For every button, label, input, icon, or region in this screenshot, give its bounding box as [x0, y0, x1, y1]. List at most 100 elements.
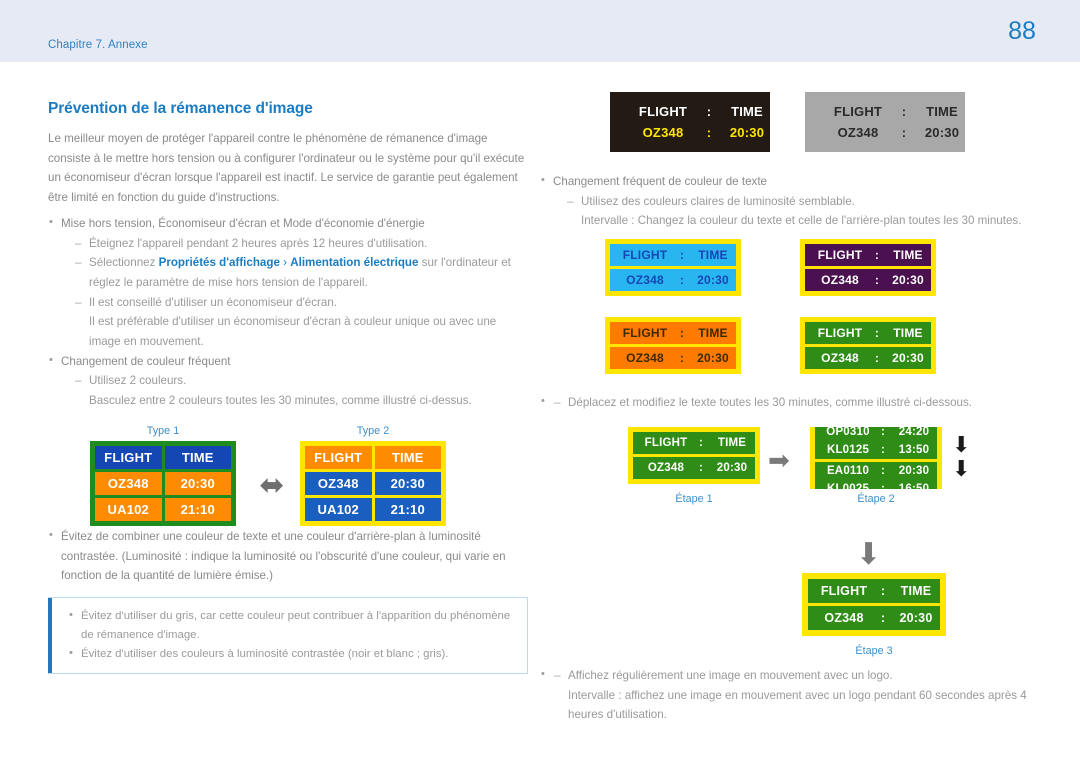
bullet-avoid-contrast: Évitez de combiner une couleur de texte … — [61, 529, 506, 583]
value-time: 20:30 — [899, 610, 933, 625]
colon-separator: : — [679, 326, 685, 341]
matrix-panel-orange: FLIGHT : TIME OZ348 : 20:30 — [605, 317, 741, 375]
left-column: Prévention de la rémanence d'image Le me… — [48, 100, 528, 674]
steps-figure: FLIGHT : TIME OZ348 : 20:30 Étape 1 ➡ OP… — [540, 419, 1040, 539]
panel-gray-sample: FLIGHT : TIME OZ348 : 20:30 — [805, 92, 965, 152]
breadcrumb-chapter: Chapitre 7. Annexe — [48, 39, 148, 51]
value-time: 20:30 — [697, 273, 729, 288]
label-time: TIME — [731, 104, 763, 119]
step1-caption: Étape 1 — [675, 492, 713, 505]
list-item: Évitez d'utiliser des couleurs à luminos… — [68, 644, 515, 664]
panel-data-row: KL0125 : 13:50 — [815, 440, 937, 459]
left-right-arrow-icon: ⬌ — [259, 468, 285, 502]
sub-turn-off: Éteignez l'appareil pendant 2 heures apr… — [89, 236, 428, 250]
top-panels-figure: FLIGHT : TIME OZ348 : 20:30 FLIGHT : TIM… — [540, 92, 1040, 170]
panel-header-row: FLIGHT : TIME — [813, 101, 958, 122]
sub-moving-image-logo-note: Intervalle : affichez une image en mouve… — [568, 688, 1027, 722]
type1-caption: Type 1 — [146, 424, 180, 437]
cell-flight-2: UA102 — [95, 497, 162, 521]
link-power-supply[interactable]: Alimentation électrique — [290, 256, 418, 269]
cell-time-1: 20:30 — [374, 471, 441, 495]
value-flight: OZ348 — [626, 351, 664, 366]
panel-data-row: KL0025 : 16:50 — [815, 479, 937, 489]
cell-header-time: TIME — [164, 445, 231, 469]
label-time: TIME — [698, 248, 728, 263]
value-flight: KL0125 — [826, 443, 870, 456]
label-time: TIME — [893, 248, 923, 263]
value-flight: OP0310 — [826, 426, 870, 438]
intro-paragraph: Le meilleur moyen de protéger l'appareil… — [48, 132, 525, 205]
sub-two-colors: Utilisez 2 couleurs. — [89, 374, 187, 388]
sub-moving-image-logo: Affichez régulièrement une image en mouv… — [568, 668, 893, 682]
list-item: Mise hors tension, Économiseur d'écran e… — [48, 213, 528, 352]
sub-select-pre: Sélectionnez — [89, 256, 159, 270]
board-type2: Type 2 FLIGHT TIME OZ348 20:30 UA102 21:… — [300, 425, 446, 526]
cell-header-flight: FLIGHT — [95, 445, 162, 469]
left-sub-list-2: Utilisez 2 couleurs. Basculez entre 2 co… — [61, 371, 528, 410]
sub-use-light-colors-note: Intervalle : Changez la couleur du texte… — [581, 214, 1022, 228]
colon-separator: : — [679, 273, 685, 288]
step1-board: FLIGHT : TIME OZ348 : 20:30 — [628, 426, 760, 484]
arrow-down-icon: ⬇ — [952, 431, 971, 457]
colon-separator: : — [901, 125, 907, 140]
page-title: Prévention de la rémanence d'image — [48, 100, 313, 117]
colon-separator: : — [880, 443, 886, 456]
arrow-down-icon-group: ⬇ ⬇ — [952, 431, 971, 481]
panel-dark-sample: FLIGHT : TIME OZ348 : 20:30 — [610, 92, 770, 152]
cell-header-time: TIME — [374, 445, 441, 469]
colon-separator: : — [880, 610, 886, 625]
colon-separator: : — [874, 326, 880, 341]
colon-separator: : — [679, 248, 685, 263]
cell-flight-1: OZ348 — [305, 471, 372, 495]
type1-grid: FLIGHT TIME OZ348 20:30 UA102 21:10 — [90, 440, 236, 526]
arrow-down-icon: ⬇ — [952, 455, 971, 481]
list-item: Évitez d'utiliser du gris, car cette cou… — [68, 606, 515, 645]
cell-time-2: 21:10 — [164, 497, 231, 521]
value-flight: OZ348 — [647, 461, 685, 474]
colon-separator: : — [679, 351, 685, 366]
panel-data-row: OZ348 : 20:30 — [610, 347, 736, 370]
colon-separator: : — [706, 125, 712, 140]
panel-header-row: FLIGHT : TIME — [610, 322, 736, 345]
value-flight: OZ348 — [824, 610, 864, 625]
sub-use-light-colors: Utilisez des couleurs claires de luminos… — [581, 194, 855, 208]
label-time: TIME — [900, 583, 932, 598]
colon-separator: : — [880, 464, 886, 477]
colon-separator: : — [706, 104, 712, 119]
type2-caption: Type 2 — [356, 424, 390, 437]
cell-header-flight: FLIGHT — [305, 445, 372, 469]
link-display-properties[interactable]: Propriétés d'affichage — [159, 256, 280, 269]
panel-data-row: OZ348 : 20:30 — [805, 269, 931, 292]
page-number: 88 — [1008, 17, 1036, 45]
step3-figure: ⬇ FLIGHT : TIME OZ348 : 20:30 Étape 3 — [540, 538, 1040, 664]
matrix-panel-green: FLIGHT : TIME OZ348 : 20:30 — [800, 317, 936, 375]
label-flight: FLIGHT — [817, 248, 863, 263]
step2-caption: Étape 2 — [857, 492, 895, 505]
label-time: TIME — [698, 326, 728, 341]
value-flight: OZ348 — [821, 351, 859, 366]
right-bullet-list-3: Affichez régulièrement une image en mouv… — [540, 665, 1040, 725]
type2-grid: FLIGHT TIME OZ348 20:30 UA102 21:10 — [300, 440, 446, 526]
list-item: Évitez de combiner une couleur de texte … — [48, 526, 528, 586]
left-bullet-list: Mise hors tension, Économiseur d'écran e… — [48, 213, 528, 411]
value-flight: OZ348 — [837, 125, 879, 140]
value-flight: KL0025 — [826, 482, 870, 489]
panel-data-row: OZ348 : 20:30 — [610, 269, 736, 292]
step2-board: OP0310 : 24:20 KL0125 : 13:50 EA0110 : 2… — [810, 426, 942, 489]
colon-separator: : — [874, 351, 880, 366]
right-sub-list-1: Utilisez des couleurs claires de luminos… — [553, 192, 1040, 231]
colon-separator: : — [880, 583, 886, 598]
value-flight: OZ348 — [821, 273, 859, 288]
sub-screensaver: Il est conseillé d'utiliser un économise… — [89, 295, 338, 309]
panel-header-row: FLIGHT : TIME — [633, 431, 755, 454]
colon-separator: : — [698, 436, 704, 449]
right-sub-list-3: Affichez régulièrement une image en mouv… — [540, 666, 1040, 725]
panel-data-row: OZ348 : 20:30 — [633, 456, 755, 479]
panel-data-row: OP0310 : 24:20 — [815, 426, 937, 441]
right-sub-list-2: Déplacez et modifiez le texte toutes les… — [540, 393, 1040, 413]
list-item: Affichez régulièrement une image en mouv… — [554, 666, 1040, 725]
panel-header-row: FLIGHT : TIME — [808, 578, 940, 603]
color-matrix-figure: FLIGHT : TIME OZ348 : 20:30 FLIGHT : TIM… — [540, 239, 1040, 391]
panel-data-row: OZ348 : 20:30 — [808, 605, 940, 630]
note-list: Évitez d'utiliser du gris, car cette cou… — [68, 606, 515, 664]
